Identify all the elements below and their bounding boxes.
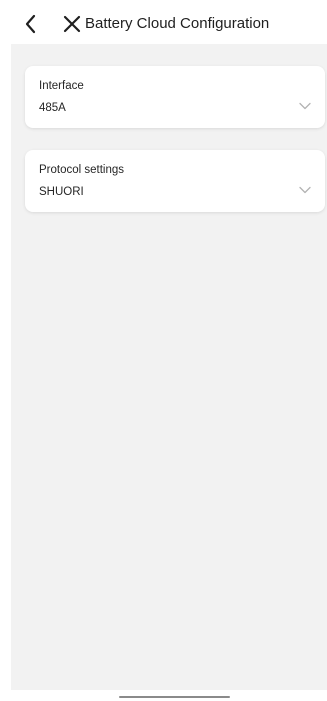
- chevron-down-icon: [299, 186, 311, 194]
- interface-label: Interface: [39, 80, 84, 92]
- chevron-down-icon: [299, 102, 311, 110]
- close-icon[interactable]: [62, 14, 82, 34]
- interface-select[interactable]: Interface 485A: [25, 66, 325, 128]
- back-arrow-icon[interactable]: [22, 13, 40, 35]
- protocol-settings-select[interactable]: Protocol settings SHUORI: [25, 150, 325, 212]
- interface-value: 485A: [39, 102, 66, 114]
- page-title: Battery Cloud Configuration: [85, 15, 270, 32]
- content-area: Interface 485A Protocol settings SHUORI: [11, 44, 327, 690]
- app-header: Battery Cloud Configuration: [0, 0, 327, 44]
- protocol-settings-value: SHUORI: [39, 186, 84, 198]
- home-indicator[interactable]: [119, 696, 230, 698]
- protocol-settings-label: Protocol settings: [39, 164, 125, 176]
